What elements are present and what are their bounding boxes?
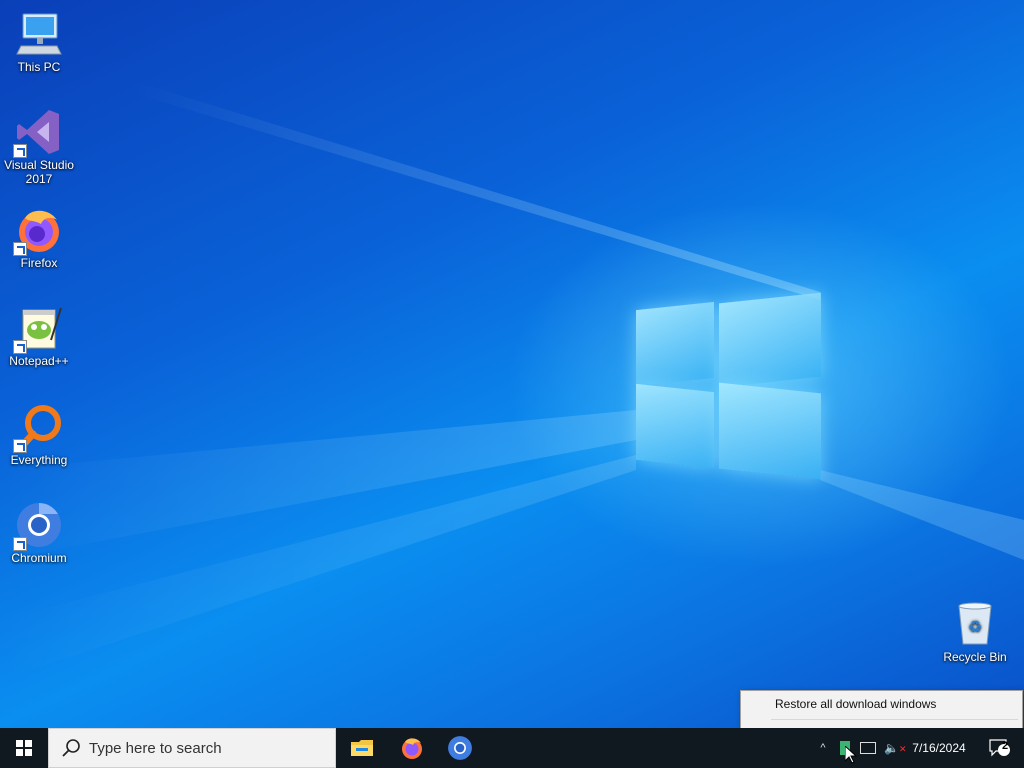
firefox-icon bbox=[402, 738, 422, 759]
menu-item-restore-all-download-windows[interactable]: Restore all download windows bbox=[741, 693, 1022, 715]
desktop: This PC Visual Studio 2017 Firefox Notep… bbox=[0, 0, 1024, 728]
action-center-button[interactable]: 2 bbox=[982, 728, 1018, 768]
taskbar-file-explorer[interactable] bbox=[338, 728, 386, 768]
taskbar: Type here to search ^ 🔈✕ 7/16/2024 2 bbox=[0, 728, 1024, 768]
svg-text:♻: ♻ bbox=[968, 617, 982, 636]
network-icon[interactable] bbox=[860, 742, 876, 754]
desktop-icon-notepadpp[interactable]: Notepad++ bbox=[2, 304, 76, 368]
search-placeholder: Type here to search bbox=[89, 739, 222, 757]
desktop-icon-label: Recycle Bin bbox=[943, 650, 1007, 664]
notepadpp-icon bbox=[13, 304, 63, 354]
desktop-icon-label: Firefox bbox=[20, 256, 58, 270]
chromium-icon bbox=[448, 736, 472, 760]
menu-separator bbox=[771, 719, 1018, 720]
desktop-icon-label: Everything bbox=[10, 453, 68, 467]
chromium-icon bbox=[13, 501, 63, 551]
taskbar-clock[interactable]: 7/16/2024 bbox=[904, 728, 974, 768]
desktop-icon-label: This PC bbox=[17, 60, 61, 74]
system-tray: ^ 🔈✕ bbox=[814, 728, 907, 768]
shortcut-arrow-icon bbox=[13, 144, 27, 158]
shortcut-arrow-icon bbox=[13, 537, 27, 551]
mouse-cursor-icon bbox=[845, 746, 857, 764]
desktop-icon-label: Notepad++ bbox=[9, 354, 69, 368]
windows-logo-wallpaper bbox=[636, 290, 822, 480]
file-explorer-icon bbox=[351, 740, 373, 756]
desktop-icon-everything[interactable]: Everything bbox=[2, 403, 76, 467]
desktop-icon-label: Chromium bbox=[11, 551, 67, 565]
firefox-icon bbox=[13, 206, 63, 256]
wallpaper-light-beams bbox=[0, 80, 1024, 680]
recycle-bin-icon: ♻ bbox=[951, 600, 999, 648]
start-button[interactable] bbox=[0, 728, 48, 768]
taskbar-firefox[interactable] bbox=[388, 728, 436, 768]
desktop-icon-visual-studio[interactable]: Visual Studio 2017 bbox=[2, 108, 76, 186]
computer-icon bbox=[15, 10, 63, 58]
search-icon bbox=[62, 739, 80, 757]
desktop-icon-chromium[interactable]: Chromium bbox=[2, 501, 76, 565]
notification-count-badge: 2 bbox=[1002, 740, 1009, 752]
desktop-icon-recycle-bin[interactable]: ♻ Recycle Bin bbox=[938, 600, 1012, 664]
taskbar-chromium[interactable] bbox=[436, 728, 484, 768]
windows-start-icon bbox=[16, 740, 32, 756]
shortcut-arrow-icon bbox=[13, 439, 27, 453]
shortcut-arrow-icon bbox=[13, 340, 27, 354]
shortcut-arrow-icon bbox=[13, 242, 27, 256]
desktop-icon-firefox[interactable]: Firefox bbox=[2, 206, 76, 270]
visual-studio-icon bbox=[13, 108, 63, 158]
everything-search-icon bbox=[13, 403, 63, 453]
desktop-icon-this-pc[interactable]: This PC bbox=[2, 10, 76, 74]
desktop-icon-label: Visual Studio 2017 bbox=[4, 158, 74, 186]
chevron-up-icon[interactable]: ^ bbox=[814, 742, 832, 754]
taskbar-search-box[interactable]: Type here to search bbox=[48, 728, 336, 768]
